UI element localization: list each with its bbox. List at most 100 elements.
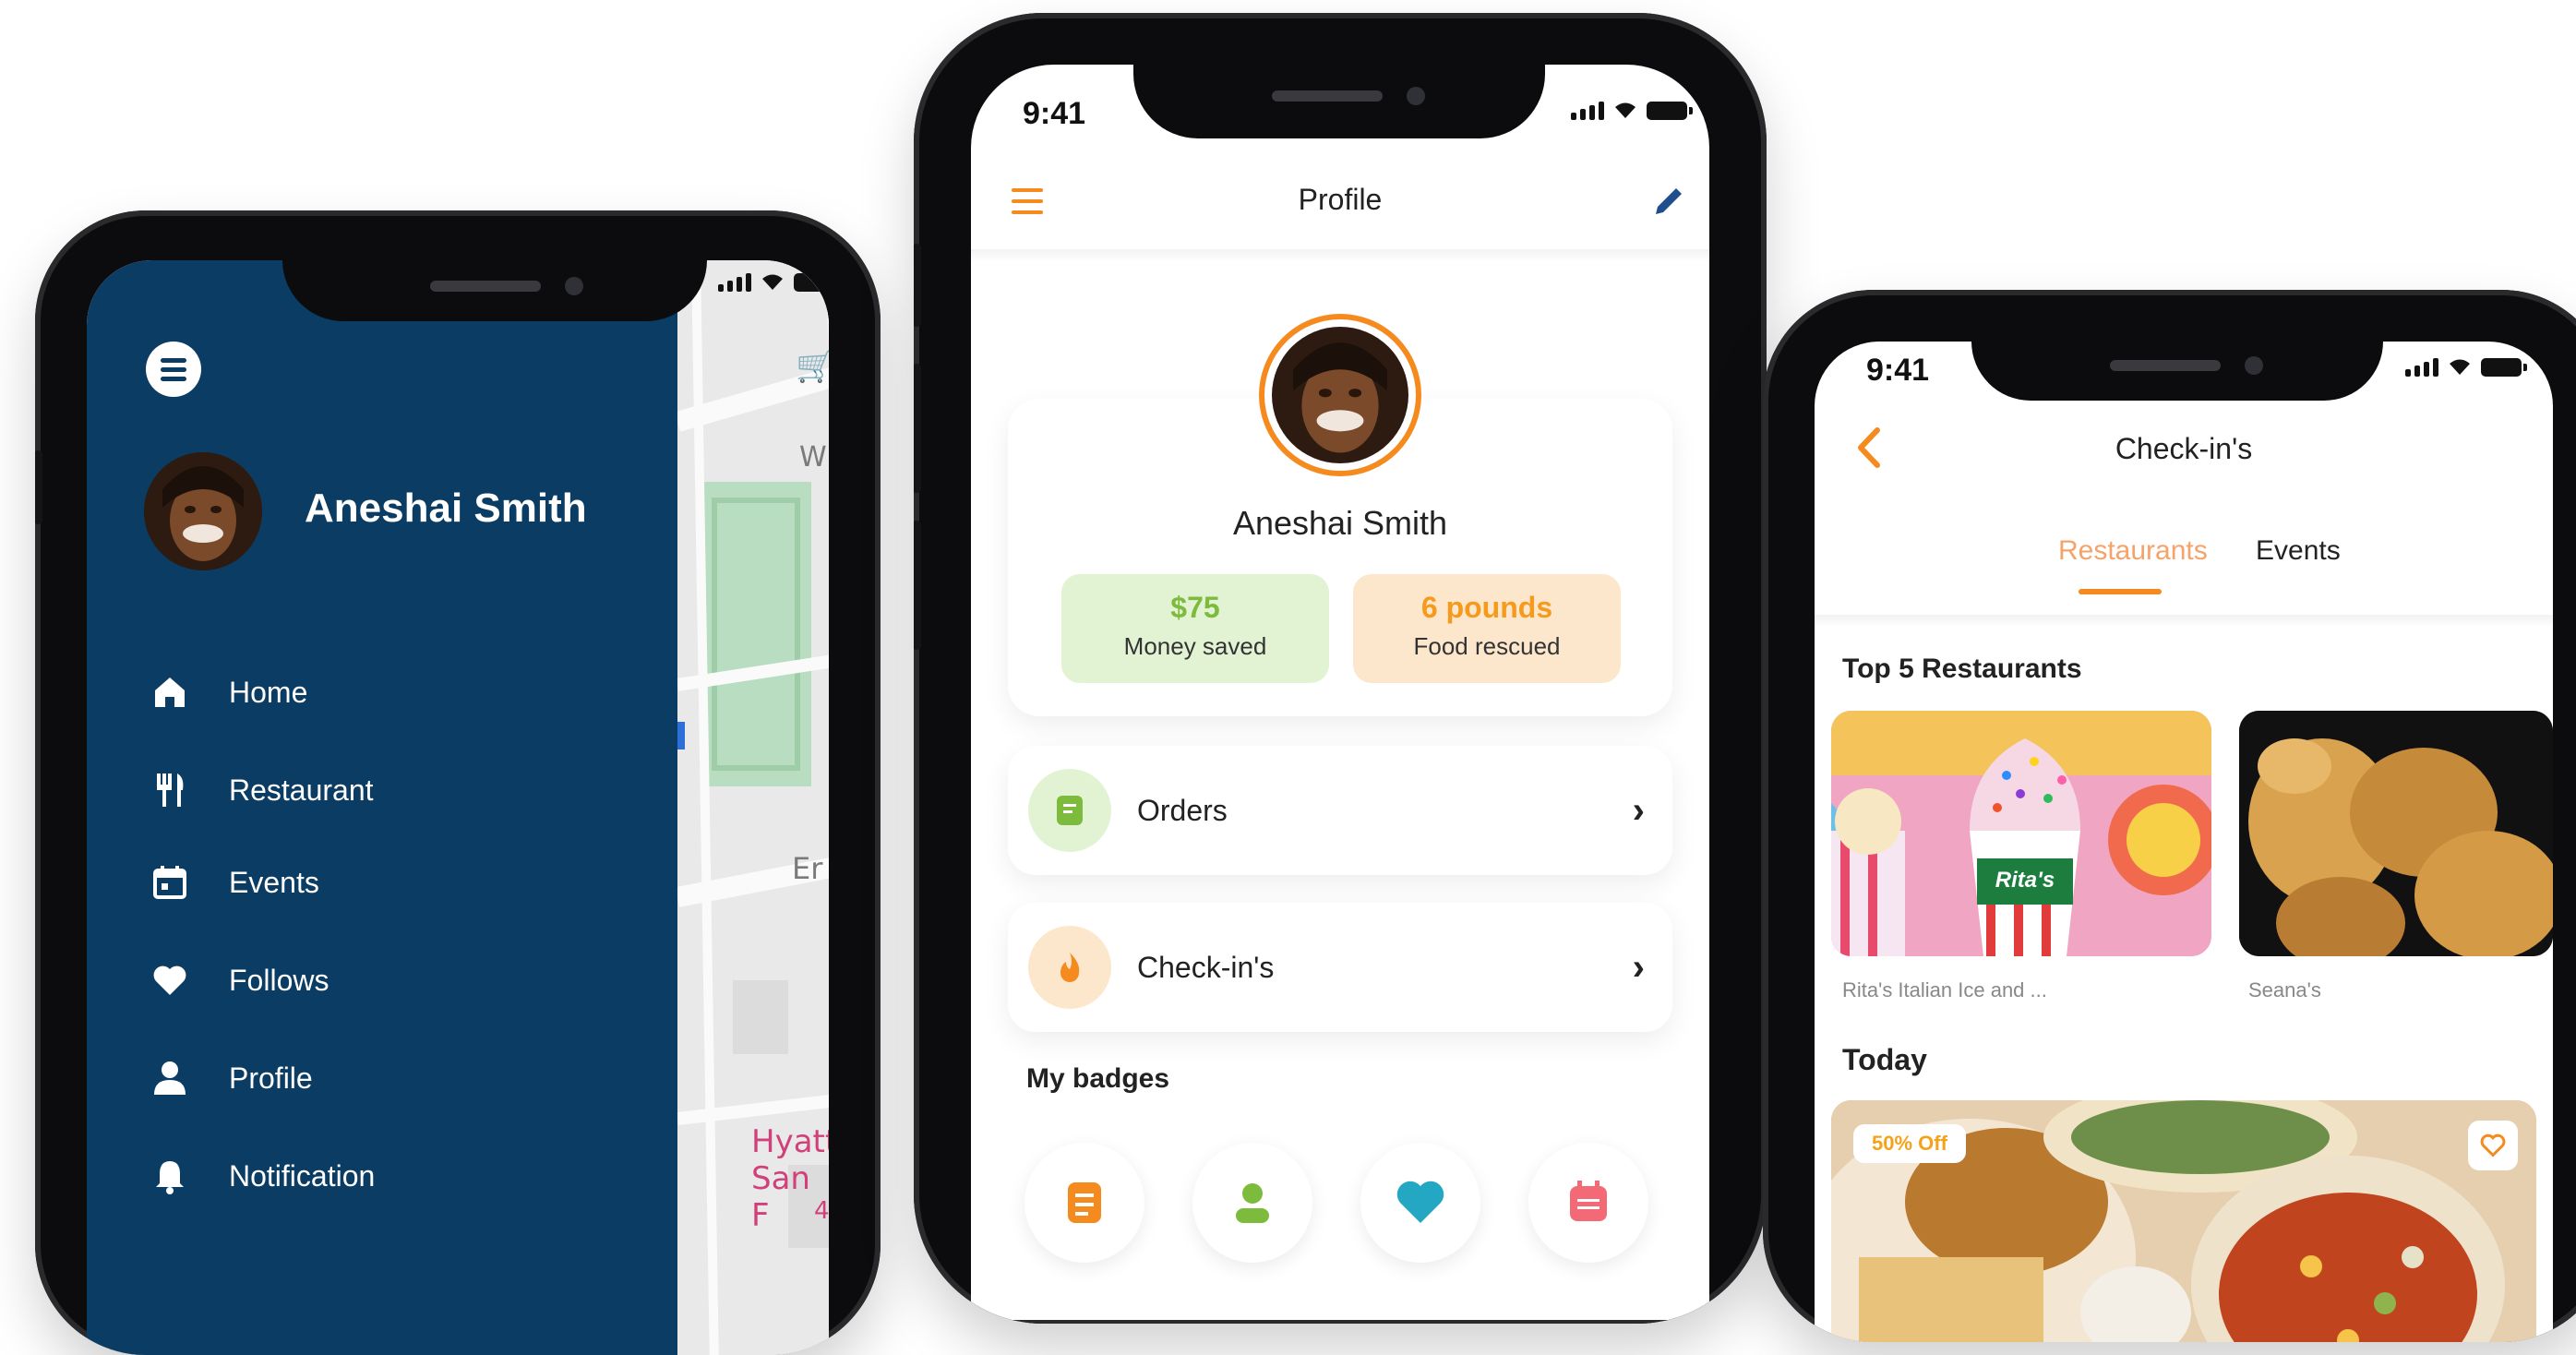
speaker xyxy=(1272,90,1383,102)
menu-item-label: Notification xyxy=(229,1158,376,1193)
person-icon xyxy=(151,1060,188,1097)
seana-image xyxy=(2239,711,2553,956)
camera xyxy=(2245,356,2263,375)
home-icon xyxy=(151,674,188,711)
status-time: 9:41 xyxy=(1023,96,1086,131)
flame-icon xyxy=(1028,926,1111,1009)
food-rescued-stat: 6 pounds Food rescued xyxy=(1353,574,1621,683)
rita-sign: Rita's xyxy=(1995,868,2055,893)
side-button xyxy=(914,521,921,650)
middle-phone: 9:41 Profile Aneshai Smith $75 Money sav… xyxy=(914,13,1767,1324)
active-tab-indicator xyxy=(2079,589,2162,594)
wifi-icon xyxy=(761,273,785,292)
user-name: Aneshai Smith xyxy=(305,486,587,531)
menu-item-events[interactable]: Events xyxy=(151,864,319,901)
restaurant-card[interactable]: Rita's xyxy=(1831,711,2211,956)
speaker xyxy=(430,281,541,292)
menu-item-label: Events xyxy=(229,865,319,899)
signal-icon xyxy=(718,273,751,292)
badges-title: My badges xyxy=(1026,1063,1170,1094)
status-icons xyxy=(2405,358,2527,377)
menu-item-notification[interactable]: Notification xyxy=(151,1157,375,1194)
stat-label: Food rescued xyxy=(1413,632,1561,660)
battery-icon xyxy=(2481,358,2527,377)
fork-knife-icon xyxy=(151,772,188,809)
status-icons xyxy=(1571,102,1693,120)
edit-icon[interactable] xyxy=(1650,183,1687,220)
receipt-icon xyxy=(1028,769,1111,852)
map-label-hyatt: Hyatt xyxy=(751,1123,829,1160)
checkins-row[interactable]: Check-in's › xyxy=(1008,903,1672,1032)
chevron-right-icon: › xyxy=(1632,946,1645,988)
page-title: Check-in's xyxy=(2115,432,2253,465)
heart-badge-icon[interactable] xyxy=(1360,1143,1480,1263)
status-icons xyxy=(718,273,829,292)
signal-icon xyxy=(2405,358,2438,377)
map-label-street: W xyxy=(799,441,827,474)
tab-divider xyxy=(1815,615,2553,628)
menu-item-follows[interactable]: Follows xyxy=(151,962,329,999)
today-card[interactable]: 50% Off xyxy=(1831,1100,2536,1342)
signal-icon xyxy=(1571,102,1604,120)
profile-avatar[interactable] xyxy=(1259,314,1421,476)
notch xyxy=(1971,342,2383,401)
money-saved-stat: $75 Money saved xyxy=(1061,574,1329,683)
discount-badge: 50% Off xyxy=(1853,1124,1966,1163)
notch xyxy=(1133,65,1545,138)
avatar[interactable] xyxy=(144,452,262,570)
rita-image xyxy=(1831,711,2211,956)
page-title: Profile xyxy=(1298,183,1383,216)
cart-icon[interactable]: 🛒 xyxy=(796,351,829,382)
right-phone: 9:41 Check-in's Restaurants Events Top 5… xyxy=(1763,290,2576,1342)
orders-row[interactable]: Orders › xyxy=(1008,746,1672,875)
menu-item-restaurant[interactable]: Restaurant xyxy=(151,772,374,809)
person-badge-icon[interactable] xyxy=(1192,1143,1312,1263)
calendar-badge-icon[interactable] xyxy=(1528,1143,1648,1263)
menu-item-profile[interactable]: Profile xyxy=(151,1060,313,1097)
menu-item-label: Profile xyxy=(229,1061,313,1095)
battery-icon xyxy=(1647,102,1693,120)
side-button xyxy=(914,364,921,493)
menu-item-label: Restaurant xyxy=(229,773,374,807)
menu-icon[interactable] xyxy=(146,342,201,397)
speaker xyxy=(2110,360,2221,371)
tab-restaurants[interactable]: Restaurants xyxy=(2058,535,2208,567)
list-badge-icon[interactable] xyxy=(1024,1143,1144,1263)
tab-bar: Restaurants Events xyxy=(1815,535,2553,637)
today-title: Today xyxy=(1842,1043,1927,1076)
wifi-icon xyxy=(1613,102,1637,120)
right-phone-screen: 9:41 Check-in's Restaurants Events Top 5… xyxy=(1815,342,2553,1342)
wifi-icon xyxy=(2448,358,2472,377)
nav-drawer: Aneshai Smith Home Restaurant Events Fol… xyxy=(87,260,677,1355)
stat-label: Money saved xyxy=(1123,632,1267,660)
menu-item-label: Follows xyxy=(229,963,329,997)
map-label-er: Er xyxy=(792,851,823,886)
chevron-right-icon: › xyxy=(1632,789,1645,831)
restaurant-name: Rita's Italian Ice and ... xyxy=(1842,978,2047,1001)
menu-item-home[interactable]: Home xyxy=(151,674,307,711)
stat-value: 6 pounds xyxy=(1420,591,1553,624)
restaurant-name: Seana's xyxy=(2248,978,2321,1001)
map-label-num: 4 xyxy=(814,1197,829,1225)
menu-item-label: Home xyxy=(229,675,308,709)
favorite-heart-icon[interactable] xyxy=(2468,1121,2518,1170)
side-button xyxy=(914,244,921,327)
row-label: Orders xyxy=(1137,793,1228,827)
camera xyxy=(565,277,583,295)
stat-value: $75 xyxy=(1170,591,1220,624)
row-label: Check-in's xyxy=(1137,950,1275,984)
left-phone-screen: 🛒 W Er Hyatt San F 4 Aneshai Smith Home … xyxy=(87,260,829,1355)
camera xyxy=(1407,87,1425,105)
calendar-icon xyxy=(151,864,188,901)
battery-icon xyxy=(794,273,829,292)
map-view[interactable]: 🛒 W Er Hyatt San F 4 xyxy=(677,260,829,1355)
restaurant-card[interactable] xyxy=(2239,711,2553,956)
top-restaurants-title: Top 5 Restaurants xyxy=(1842,654,2082,684)
side-button xyxy=(35,450,42,524)
notch xyxy=(282,260,707,321)
bell-icon xyxy=(151,1157,188,1194)
left-phone: 🛒 W Er Hyatt San F 4 Aneshai Smith Home … xyxy=(35,210,881,1355)
tab-events[interactable]: Events xyxy=(2256,535,2341,567)
status-time: 9:41 xyxy=(1866,353,1930,388)
middle-phone-screen: 9:41 Profile Aneshai Smith $75 Money sav… xyxy=(971,65,1709,1320)
